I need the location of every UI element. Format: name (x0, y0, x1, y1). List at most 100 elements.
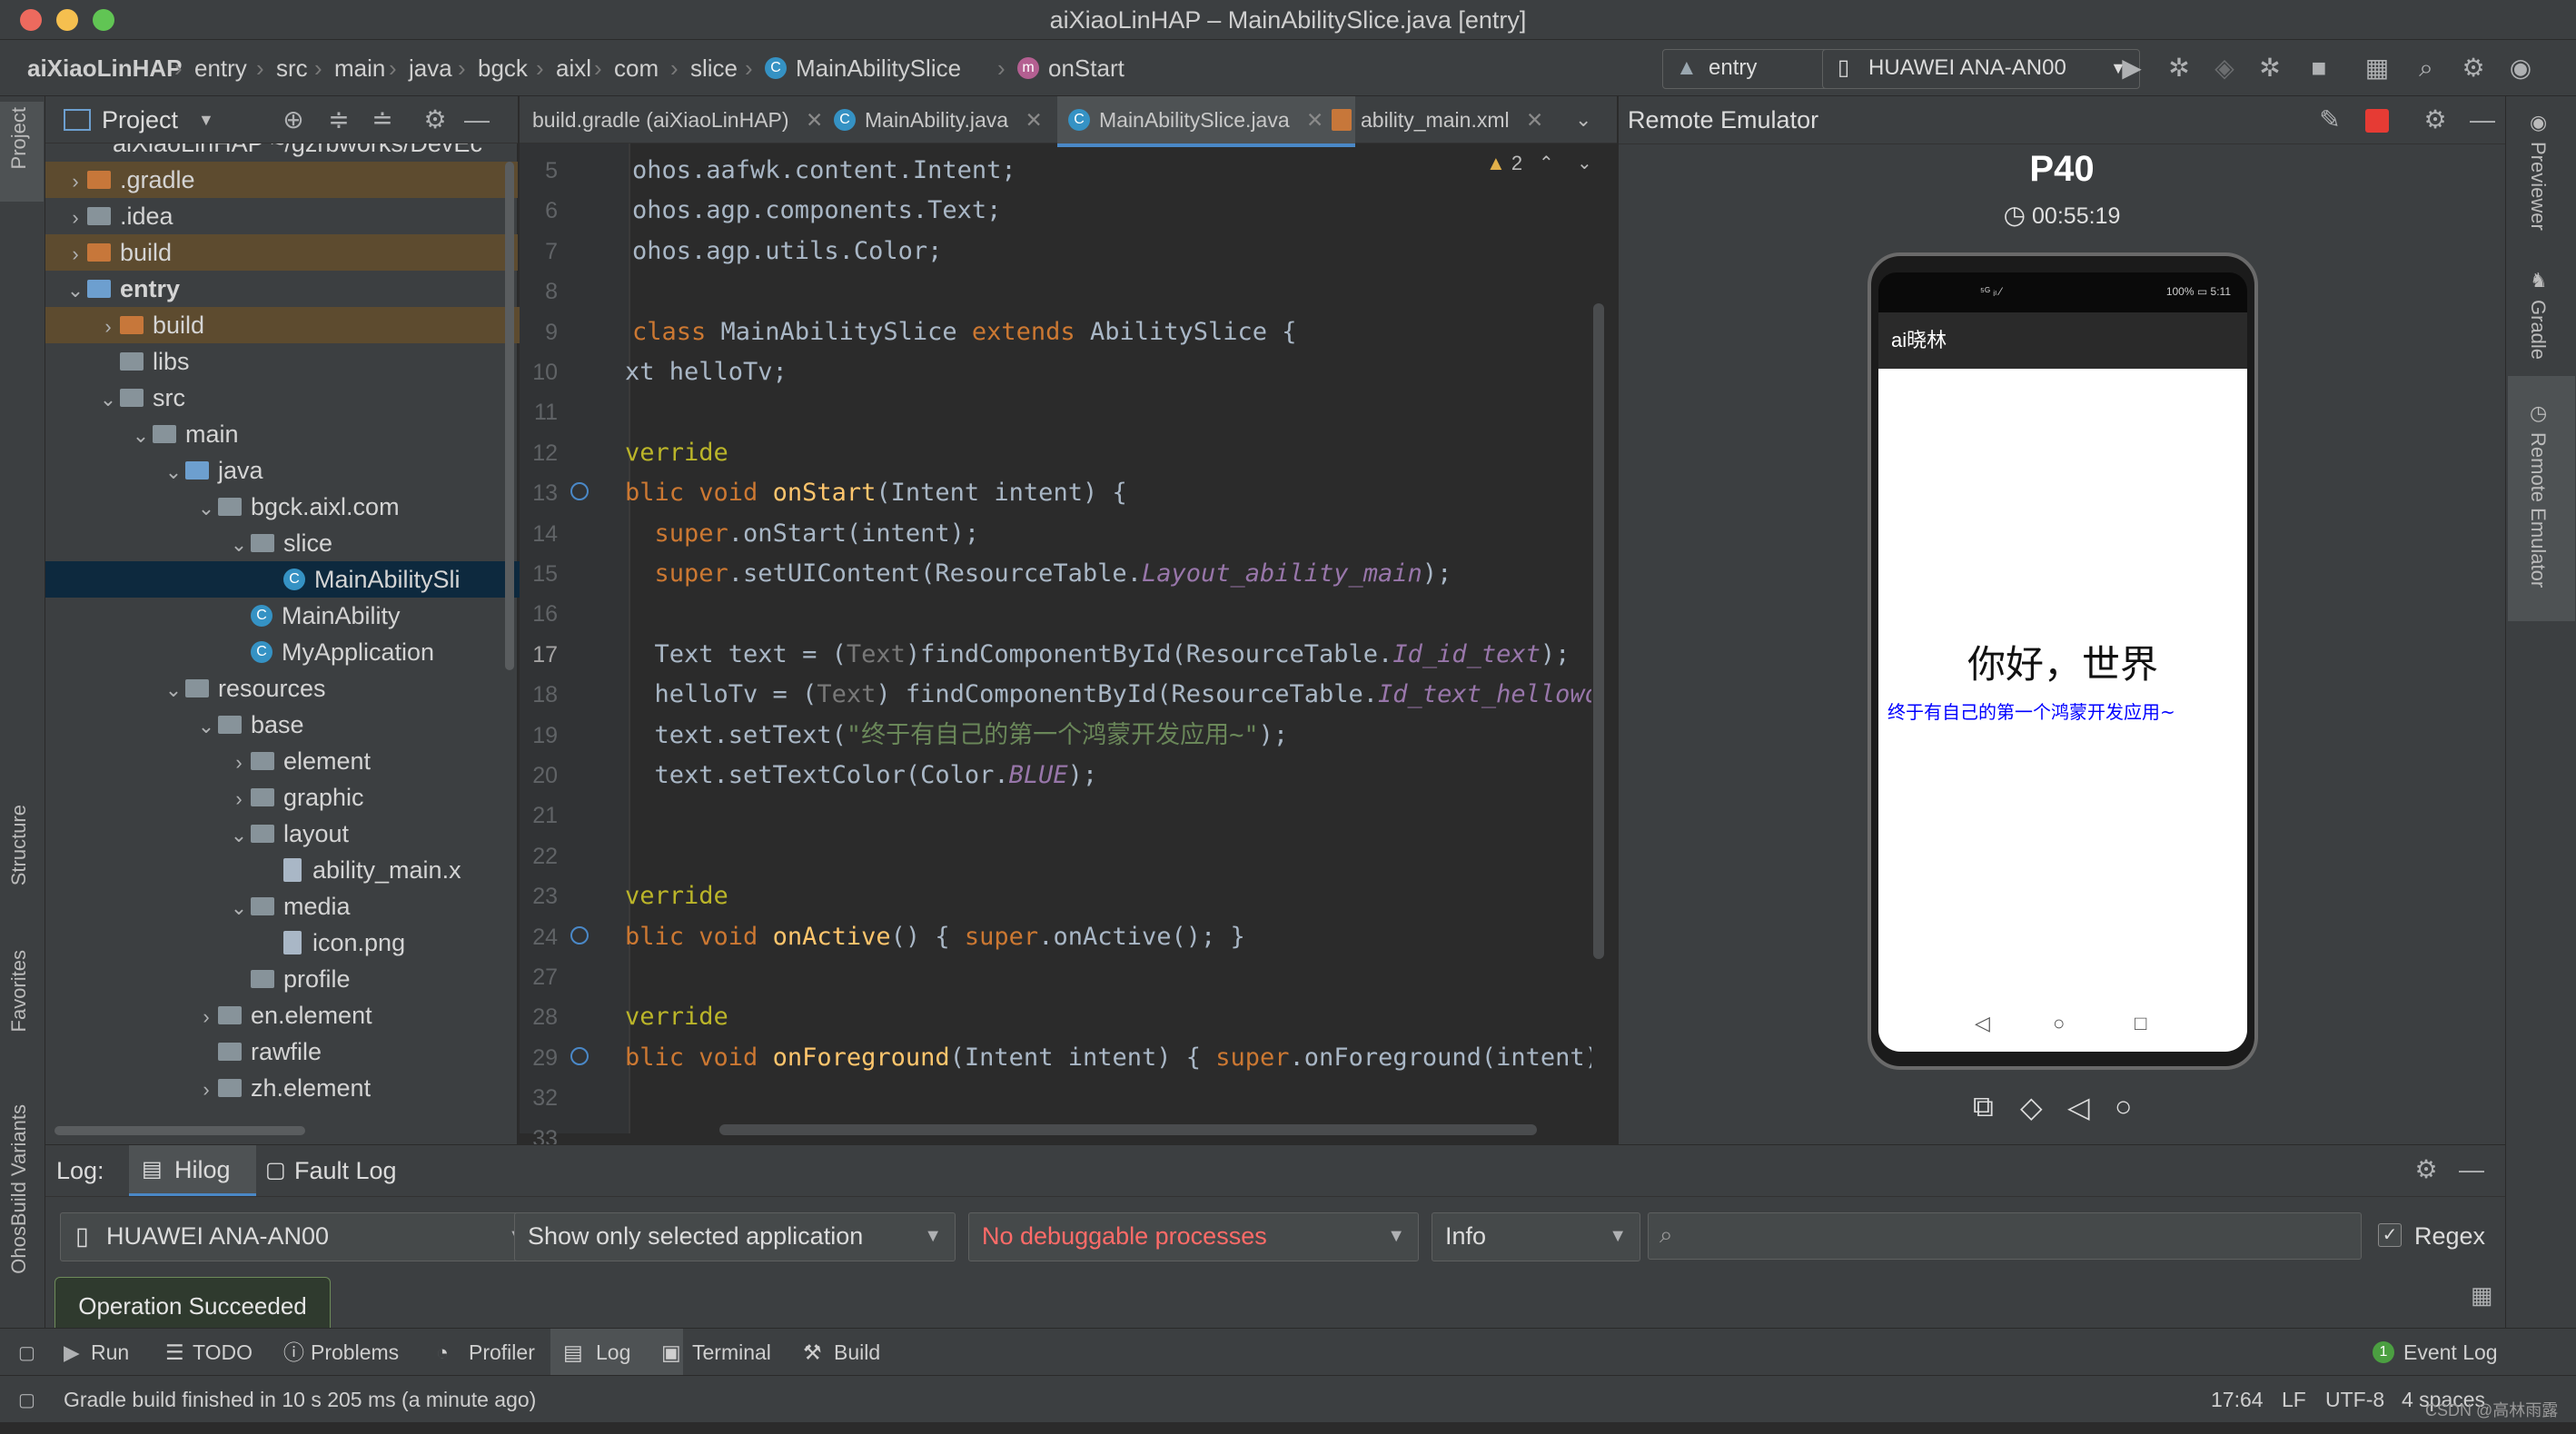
pin-icon[interactable]: ✎ (2314, 104, 2345, 135)
tree-item[interactable]: ⌄ entry (45, 271, 518, 307)
tool-todo[interactable]: ☰ TODO (165, 1329, 292, 1376)
recents-icon[interactable]: □ (2135, 1012, 2146, 1035)
status-message[interactable]: Gradle build finished in 10 s 205 ms (a … (64, 1376, 536, 1423)
tree-item[interactable]: ⌄ src (45, 380, 550, 416)
line-separator[interactable]: LF (2282, 1376, 2306, 1423)
gear-icon[interactable]: ⚙ (420, 104, 451, 135)
gear-icon[interactable]: ⚙ (2420, 104, 2451, 135)
log-device-select[interactable]: ▯ HUAWEI ANA-AN00 ▼ (60, 1212, 540, 1261)
attach-debugger-icon[interactable]: ◈ (2209, 53, 2240, 84)
search-icon[interactable]: ⌕ (2411, 53, 2442, 84)
hide-panel-icon[interactable]: — (2456, 1154, 2487, 1185)
previous-highlight-icon[interactable]: ⌃ (1539, 147, 1554, 180)
code-line[interactable]: blic void onActive() { super.onActive();… (625, 917, 1245, 957)
log-level-select[interactable]: Info ▼ (1432, 1212, 1640, 1261)
tree-item[interactable]: › build (45, 234, 518, 271)
code-line[interactable]: xt helloTv; (625, 352, 788, 392)
tab-build-gradle[interactable]: build.gradle (aiXiaoLinHAP) ✕ (520, 96, 823, 143)
stop-icon[interactable]: ■ (2304, 53, 2334, 84)
tab-ability-main-xml[interactable]: ability_main.xml ✕ (1319, 96, 1595, 143)
app-filter-select[interactable]: Show only selected application ▼ (514, 1212, 956, 1261)
log-search-input[interactable] (1694, 1219, 2352, 1255)
chevron-down-icon[interactable]: ⌄ (162, 672, 185, 708)
panel-toggle-icon[interactable]: ▢ (18, 1389, 35, 1411)
tree-item[interactable]: ⌄ main (45, 416, 583, 452)
hide-panel-icon[interactable]: — (461, 104, 492, 135)
breadcrumb-item[interactable]: aiXiaoLinHAP (27, 40, 182, 96)
code-line[interactable]: text.setTextColor(Color.BLUE); (625, 756, 1098, 796)
profile-icon[interactable]: ✲ (2254, 53, 2285, 84)
tab-mainabilityslice[interactable]: C MainAbilitySlice.java ✕ (1057, 96, 1355, 147)
tree-item[interactable]: › build (45, 307, 550, 343)
next-highlight-icon[interactable]: ⌄ (1577, 147, 1592, 180)
breadcrumb-item[interactable]: java (409, 40, 452, 96)
inspection-widget[interactable]: ▲ 2 (1486, 147, 1568, 180)
editor-horizontal-scrollbar[interactable] (719, 1124, 1537, 1135)
chevron-right-icon[interactable]: › (64, 163, 87, 200)
code-line[interactable]: super.onStart(intent); (625, 514, 980, 554)
project-view-select[interactable]: Project (102, 96, 178, 143)
code-line[interactable]: verride (625, 876, 728, 916)
breadcrumb-item[interactable]: aixl (556, 40, 591, 96)
chevron-down-icon[interactable]: ⌄ (64, 272, 87, 309)
code-line[interactable]: ohos.agp.components.Text; (632, 191, 1001, 231)
chevron-right-icon[interactable]: › (64, 236, 87, 272)
chevron-down-icon[interactable]: ⌄ (162, 454, 185, 490)
breadcrumb-item[interactable]: bgck (478, 40, 528, 96)
breadcrumb-item[interactable]: main (334, 40, 385, 96)
process-select[interactable]: No debuggable processes ▼ (968, 1212, 1419, 1261)
chevron-right-icon[interactable]: › (194, 999, 218, 1035)
chevron-right-icon[interactable]: › (227, 745, 251, 781)
chevron-down-icon[interactable]: ⌄ (227, 817, 251, 854)
chevron-down-icon[interactable]: ▼ (198, 96, 214, 143)
chevron-down-icon[interactable]: ⌄ (194, 708, 218, 745)
tree-scrollbar[interactable] (505, 162, 514, 670)
chevron-right-icon[interactable]: › (64, 200, 87, 236)
chevron-down-icon[interactable]: ⌄ (227, 527, 251, 563)
hide-panel-icon[interactable]: — (2467, 104, 2498, 135)
breadcrumb-item[interactable]: entry (194, 40, 247, 96)
tool-run[interactable]: ▶ Run (64, 1329, 173, 1376)
editor-vertical-scrollbar[interactable] (1593, 303, 1604, 959)
previewer-tool-tab[interactable]: Previewer (2526, 142, 2550, 231)
back-icon[interactable]: ◁ (2067, 1090, 2090, 1124)
debug-icon[interactable]: ✲ (2164, 53, 2195, 84)
code-line[interactable]: ohos.aafwk.content.Intent; (632, 151, 1016, 191)
code-line[interactable]: class MainAbilitySlice extends AbilitySl… (632, 312, 1297, 352)
close-icon[interactable]: ✕ (1526, 108, 1543, 132)
tab-hilog[interactable]: ▤ Hilog (129, 1145, 256, 1196)
code-line[interactable]: super.setUIContent(ResourceTable.Layout_… (625, 554, 1452, 594)
gradle-tool-tab[interactable]: Gradle (2526, 300, 2550, 360)
panel-toggle-icon[interactable]: ▢ (18, 1341, 35, 1364)
file-encoding[interactable]: UTF-8 (2325, 1376, 2384, 1423)
chevron-right-icon[interactable]: › (227, 781, 251, 817)
ohosbuild-variants-tool-tab[interactable]: OhosBuild Variants (7, 1104, 31, 1274)
breadcrumb-item[interactable]: MainAbilitySlice (765, 40, 961, 96)
tree-item[interactable]: › .gradle (45, 162, 518, 198)
chevron-down-icon[interactable]: ⌄ (96, 381, 120, 418)
code-line[interactable]: verride (625, 997, 728, 1037)
chevron-down-icon[interactable]: ⌄ (194, 490, 218, 527)
code-line[interactable]: blic void onStart(Intent intent) { (625, 473, 1127, 513)
code-line[interactable]: text.setText("终于有自己的第一个鸿蒙开发应用~"); (625, 716, 1289, 756)
expand-all-icon[interactable]: ≑ (323, 104, 354, 135)
tab-fault-log[interactable]: ▢ Fault Log (263, 1145, 449, 1196)
remote-emulator-tool-tab[interactable]: Remote Emulator (2526, 432, 2550, 588)
chevron-down-icon[interactable]: ⌄ (227, 890, 251, 926)
code-area[interactable]: ohos.aafwk.content.Intent; ohos.agp.compo… (520, 151, 1591, 1122)
collapse-all-icon[interactable]: ≐ (367, 104, 398, 135)
device-select[interactable]: ▯ HUAWEI ANA-AN00 ▼ (1822, 49, 2140, 89)
tree-item[interactable]: › .idea (45, 198, 518, 234)
home-icon[interactable]: ○ (2053, 1012, 2065, 1035)
rotate-screen-icon[interactable]: ◇ (2020, 1090, 2043, 1124)
structure-tool-tab[interactable]: Structure (7, 805, 31, 885)
chevron-right-icon[interactable]: › (194, 1072, 218, 1108)
code-line[interactable]: blic void onForeground(Intent intent) { … (625, 1038, 1591, 1078)
close-icon[interactable]: ✕ (1025, 108, 1042, 132)
app-content[interactable]: 你好，世界 终于有自己的第一个鸿蒙开发应用~ (1878, 369, 2247, 997)
tool-problems[interactable]: ⓘ Problems (283, 1329, 438, 1376)
regex-checkbox[interactable]: ✓ (2378, 1223, 2402, 1247)
stop-emulator-button[interactable] (2365, 109, 2389, 133)
breadcrumb-item[interactable]: src (276, 40, 308, 96)
tool-build[interactable]: ⚒ Build (803, 1329, 925, 1376)
